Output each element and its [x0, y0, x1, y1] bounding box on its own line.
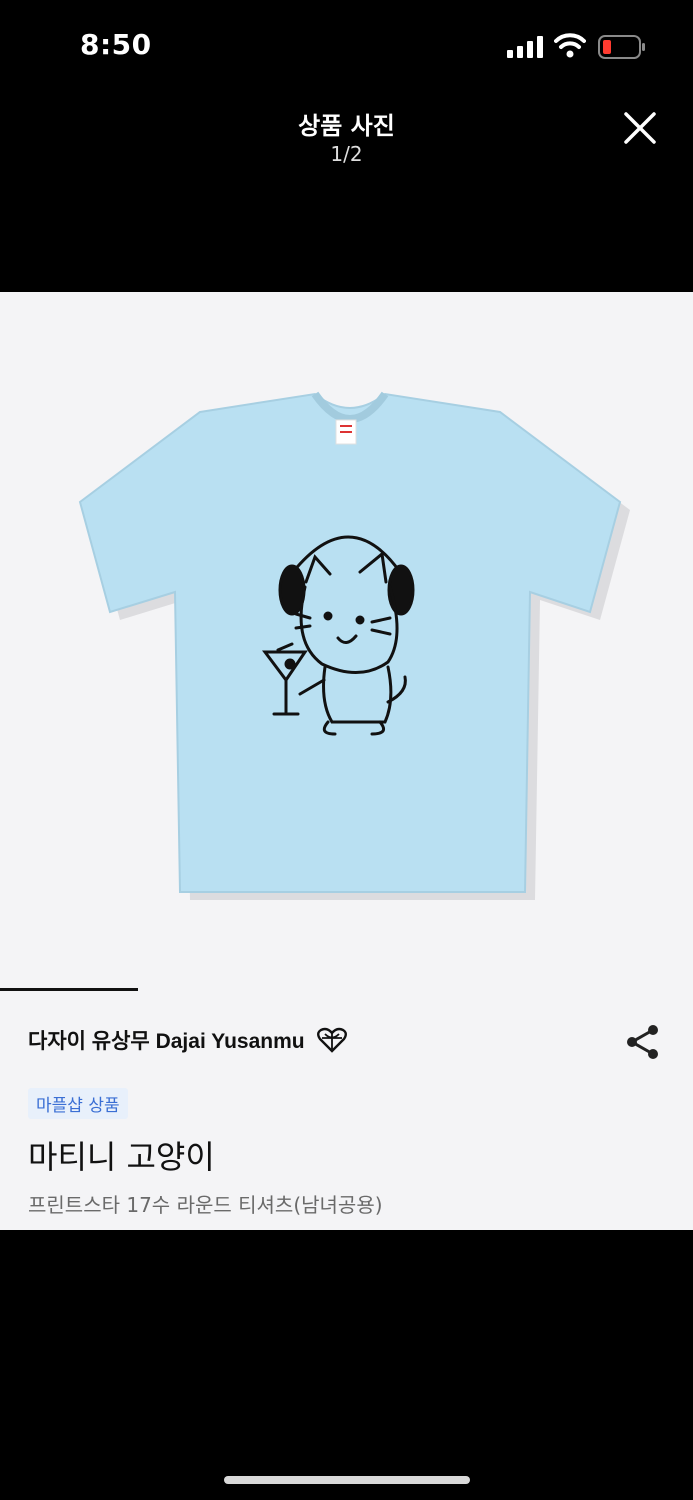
product-subtitle: 프린트스타 17수 라운드 티셔츠(남녀공용)	[28, 1193, 383, 1217]
close-icon[interactable]	[618, 106, 662, 150]
shop-row[interactable]: 다자이 유상무 Dajai Yusanmu	[28, 1025, 347, 1055]
viewer-title: 상품 사진	[298, 112, 395, 140]
signal-icon	[507, 36, 543, 58]
photo-panel: 다자이 유상무 Dajai Yusanmu 마플샵 상품 마티니 고양이 프린트…	[0, 292, 693, 1230]
shop-name[interactable]: 다자이 유상무 Dajai Yusanmu	[28, 1025, 305, 1055]
share-icon[interactable]	[623, 1022, 663, 1062]
wifi-icon	[554, 33, 586, 58]
photo-counter: 1/2	[330, 142, 363, 166]
home-indicator[interactable]	[224, 1476, 470, 1484]
heart-globe-icon	[316, 1027, 347, 1053]
status-time: 8:50	[80, 28, 152, 61]
photo-pager-indicator	[0, 988, 138, 991]
product-title: 마티니 고양이	[28, 1138, 215, 1176]
marpple-shop-badge: 마플샵 상품	[28, 1088, 128, 1119]
status-bar: 8:50	[0, 0, 693, 92]
battery-icon	[598, 35, 645, 59]
tshirt-image[interactable]	[60, 382, 640, 902]
